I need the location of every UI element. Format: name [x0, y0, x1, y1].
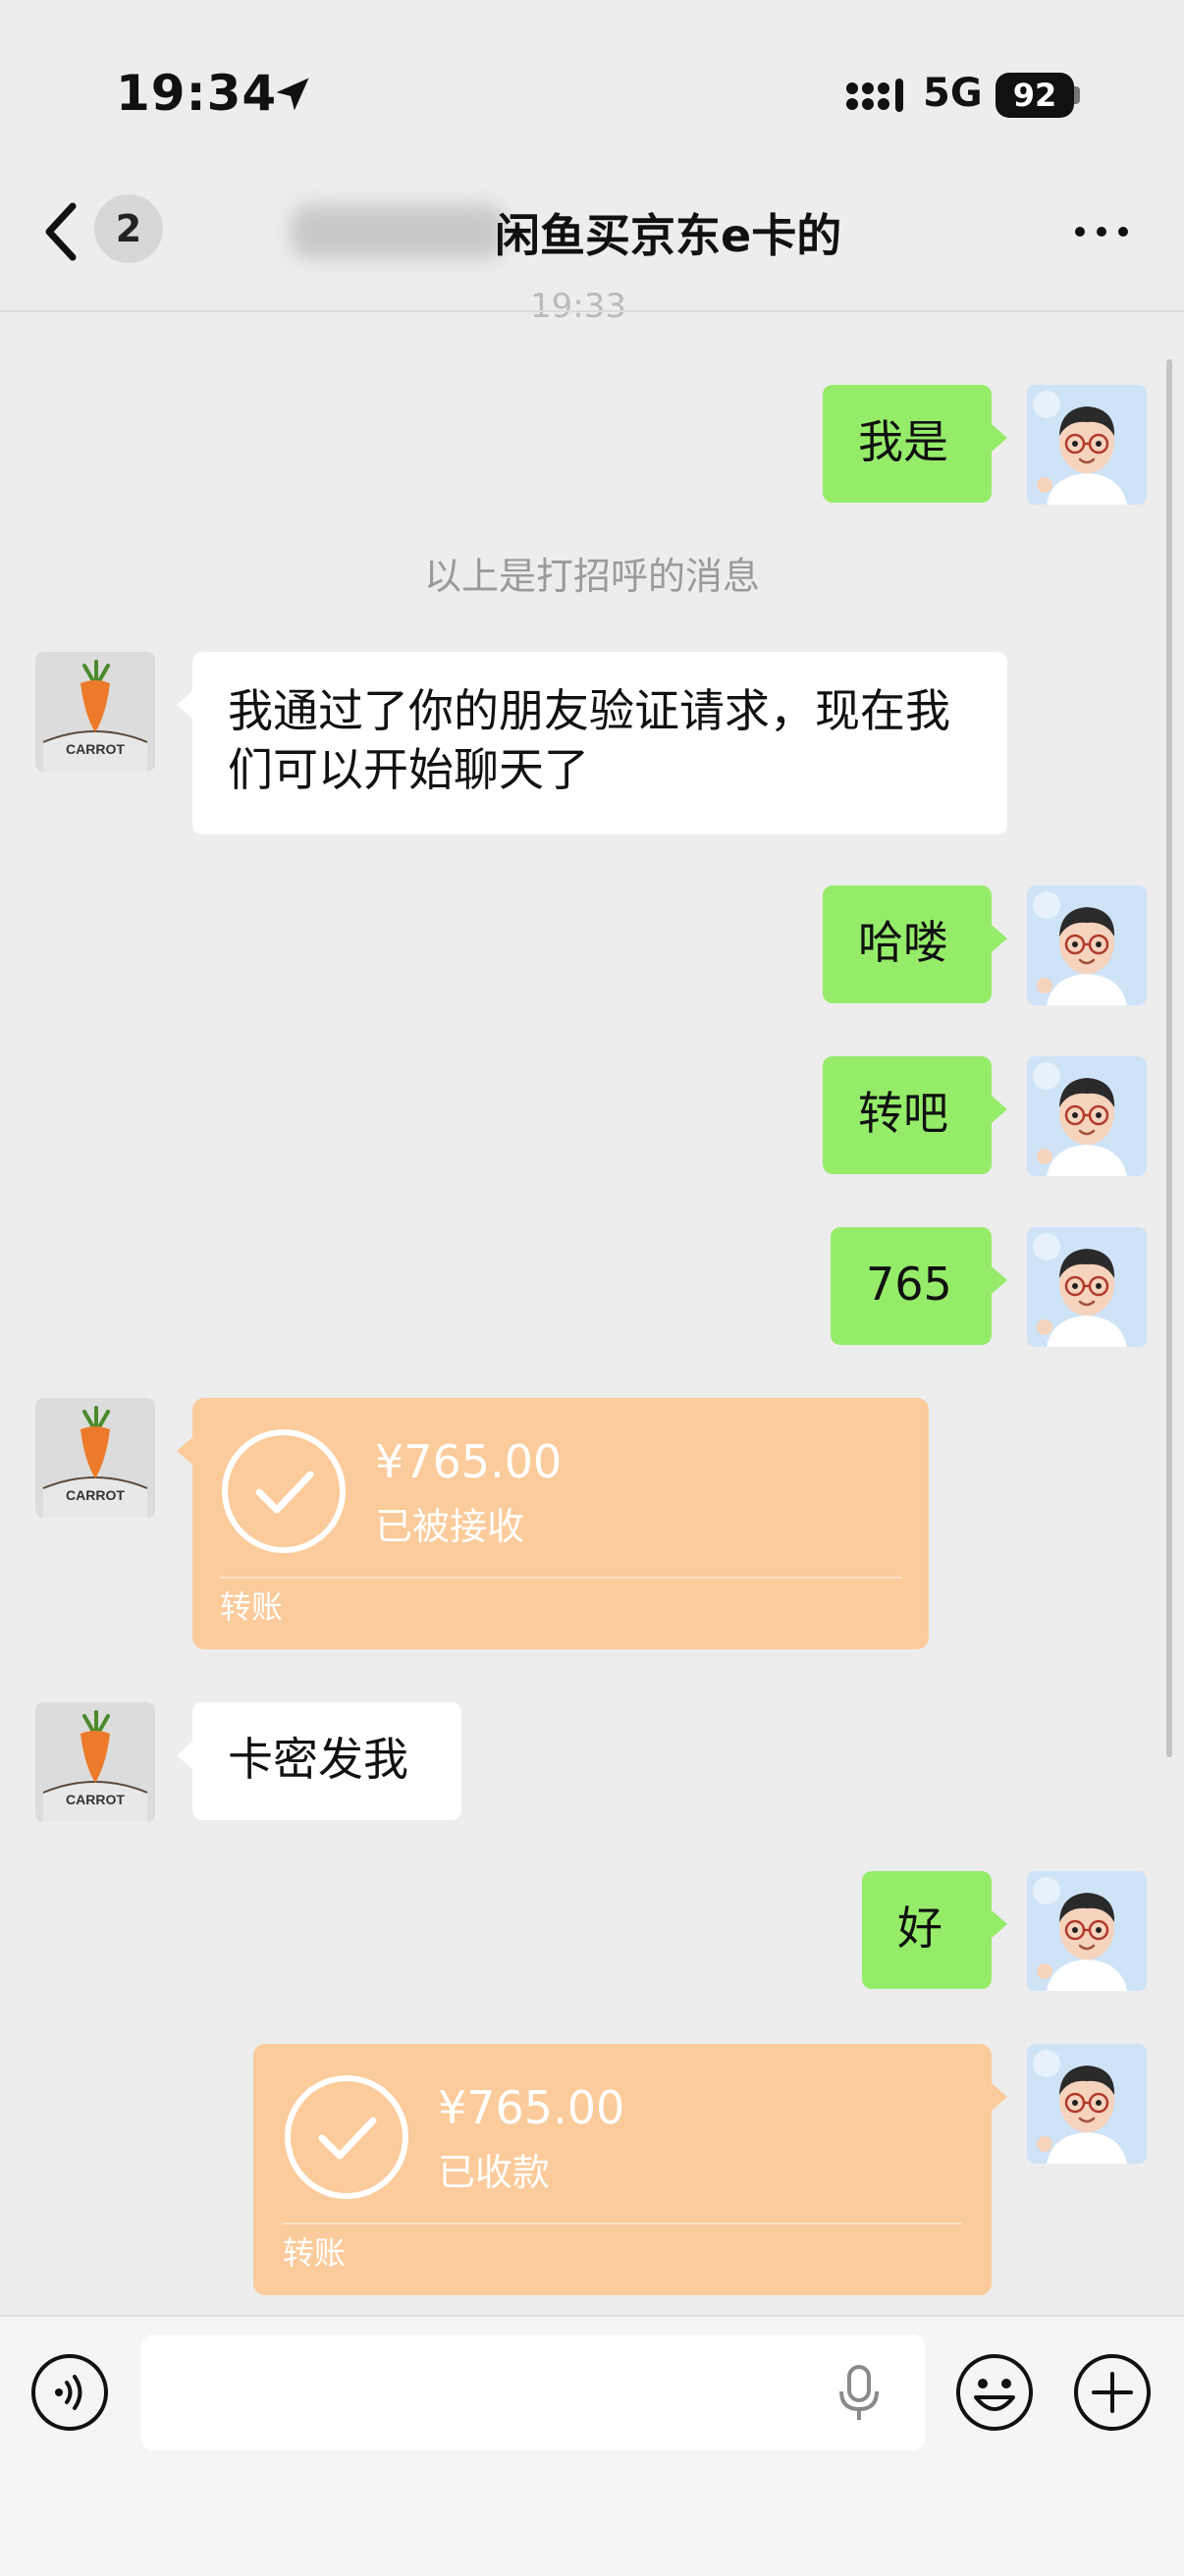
carrot-logo-icon: CARROT — [35, 652, 155, 772]
cartoon-boy-icon — [1027, 2044, 1147, 2164]
status-bar: 19:34 5G 92 — [0, 0, 1184, 187]
back-chevron-icon[interactable] — [41, 202, 81, 261]
self-avatar[interactable] — [1027, 1871, 1147, 1991]
check-circle-icon — [285, 2075, 408, 2199]
transfer-amount: ¥765.00 — [438, 2081, 625, 2134]
bubble-tail — [992, 1096, 1007, 1123]
message-text: 哈喽 — [858, 916, 948, 969]
unread-count-badge[interactable]: 2 — [94, 194, 163, 263]
svg-text:CARROT: CARROT — [66, 1792, 125, 1807]
battery-level: 92 — [996, 73, 1074, 118]
chat-title: 闲鱼买京东e卡的 — [495, 209, 842, 262]
emoji-icon[interactable] — [954, 2352, 1035, 2433]
self-avatar[interactable] — [1027, 1227, 1147, 1347]
message-text: 转吧 — [858, 1087, 948, 1140]
transfer-divider — [220, 1577, 901, 1579]
svg-text:CARROT: CARROT — [66, 1487, 125, 1503]
bubble-tail — [992, 2083, 1007, 2111]
contact-avatar[interactable]: CARROT — [35, 1702, 155, 1822]
message-time: 19:33 — [530, 287, 626, 326]
received-message[interactable]: 我通过了你的朋友验证请求，现在我们可以开始聊天了 — [192, 652, 1007, 834]
cartoon-boy-icon — [1027, 1056, 1147, 1176]
message-text: 好 — [897, 1902, 942, 1955]
cartoon-boy-icon — [1027, 886, 1147, 1005]
network-type: 5G — [923, 71, 983, 116]
transfer-status: 已收款 — [438, 2151, 551, 2194]
carrot-logo-icon: CARROT — [35, 1398, 155, 1518]
transfer-card[interactable]: ¥765.00 已被接收 转账 — [192, 1398, 929, 1649]
self-avatar[interactable] — [1027, 385, 1147, 505]
battery-cap — [1074, 86, 1080, 104]
self-avatar[interactable] — [1027, 2044, 1147, 2164]
bubble-tail — [992, 1266, 1007, 1294]
message-input[interactable] — [141, 2334, 925, 2450]
check-circle-icon — [222, 1429, 346, 1553]
message-text: 765 — [866, 1258, 952, 1311]
sent-message[interactable]: 哈喽 — [823, 886, 992, 1003]
sent-message[interactable]: 765 — [831, 1227, 992, 1345]
nav-divider — [0, 310, 1184, 312]
cartoon-boy-icon — [1027, 1227, 1147, 1347]
sent-message[interactable]: 好 — [862, 1871, 992, 1989]
transfer-card[interactable]: ¥765.00 已收款 转账 — [253, 2044, 992, 2295]
cartoon-boy-icon — [1027, 1871, 1147, 1991]
more-icon[interactable] — [1072, 222, 1131, 242]
transfer-status: 已被接收 — [375, 1505, 525, 1548]
contact-avatar[interactable]: CARROT — [35, 652, 155, 772]
voice-icon[interactable] — [29, 2352, 110, 2433]
bubble-tail — [177, 1742, 192, 1769]
sent-message[interactable]: 转吧 — [823, 1056, 992, 1174]
received-message[interactable]: 卡密发我 — [192, 1702, 461, 1820]
carrot-logo-icon: CARROT — [35, 1702, 155, 1822]
message-text: 卡密发我 — [228, 1733, 408, 1786]
bubble-tail — [992, 1910, 1007, 1938]
status-time: 19:34 — [116, 65, 278, 122]
cartoon-boy-icon — [1027, 385, 1147, 505]
microphone-icon[interactable] — [836, 2364, 882, 2423]
transfer-label: 转账 — [220, 1588, 284, 1626]
system-message: 以上是打招呼的消息 — [423, 555, 760, 598]
message-text: 我是 — [858, 415, 948, 468]
transfer-label: 转账 — [283, 2234, 347, 2272]
self-avatar[interactable] — [1027, 886, 1147, 1005]
bubble-tail — [992, 424, 1007, 452]
sent-message[interactable]: 我是 — [823, 385, 992, 503]
message-text: 我通过了你的朋友验证请求，现在我们可以开始聊天了 — [228, 684, 950, 796]
signal-icon — [846, 79, 903, 112]
self-avatar[interactable] — [1027, 1056, 1147, 1176]
contact-avatar[interactable]: CARROT — [35, 1398, 155, 1518]
redacted-name — [291, 204, 505, 259]
svg-text:CARROT: CARROT — [66, 741, 125, 757]
bubble-tail — [177, 691, 192, 719]
transfer-divider — [283, 2223, 962, 2225]
bubble-tail — [177, 1437, 192, 1465]
location-arrow-icon — [276, 78, 309, 111]
transfer-amount: ¥765.00 — [375, 1435, 563, 1488]
bubble-tail — [992, 925, 1007, 952]
plus-icon[interactable] — [1072, 2352, 1153, 2433]
